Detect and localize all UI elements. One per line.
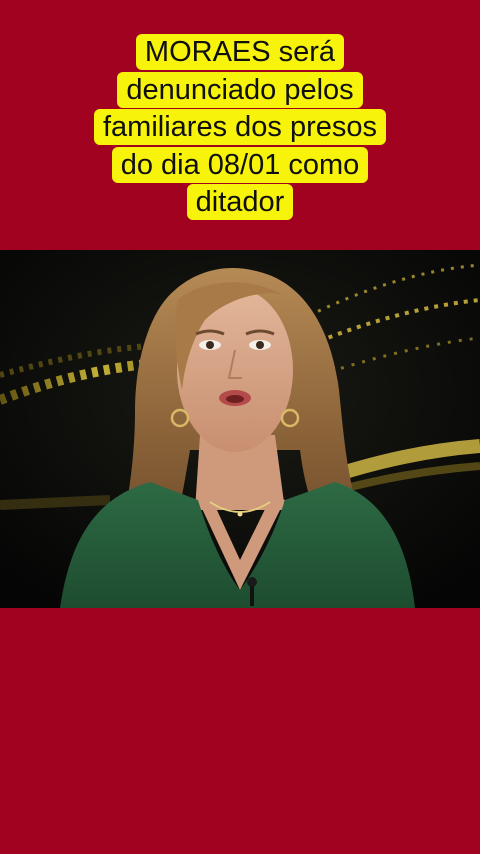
caption-line-4: do dia 08/01 como	[0, 146, 480, 187]
app-screen: MORAES será denunciado pelos familiares …	[0, 0, 480, 854]
caption-line-3: familiares dos presos	[0, 109, 480, 149]
caption-line-1: MORAES será	[0, 34, 480, 74]
caption-overlay: MORAES será denunciado pelos familiares …	[0, 34, 480, 224]
video-player[interactable]	[0, 250, 480, 608]
news-anchor-video-frame	[0, 250, 480, 608]
microphone-icon	[247, 577, 257, 587]
caption-line-5: ditador	[0, 184, 480, 224]
caption-line-2: denunciado pelos	[0, 71, 480, 112]
